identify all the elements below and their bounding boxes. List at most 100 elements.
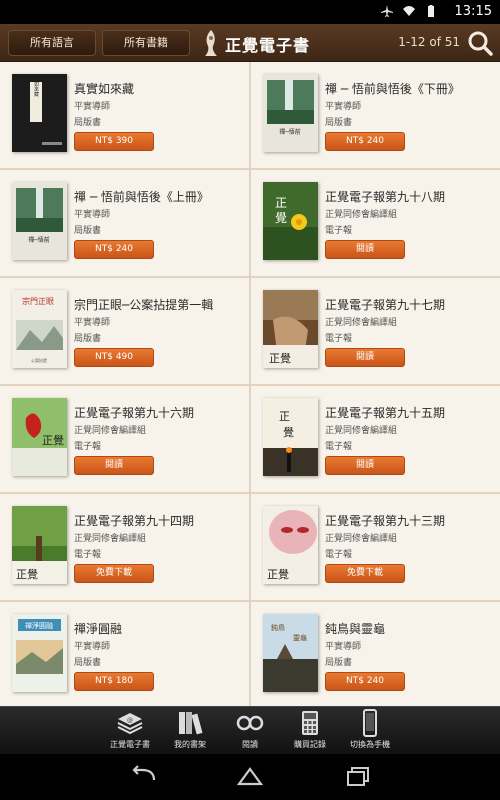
book-author: 平實導師 bbox=[74, 102, 111, 112]
book-item[interactable]: 禪─悟前 禪 ─ 悟前與悟後《上冊》 平實導師 局版書 NT$ 240 bbox=[0, 170, 249, 276]
phone-icon bbox=[363, 709, 377, 737]
book-item[interactable]: 正 覺 正覺電子報第九十八期 正覺同修會編譯組 電子報 閱讀 bbox=[251, 170, 500, 276]
tab-purchase-history[interactable]: 購買記錄 bbox=[279, 709, 341, 753]
book-cover[interactable]: 正覺 bbox=[263, 506, 318, 584]
book-item[interactable]: 禪淨圓融 禪淨圓融 平實導師 局版書 NT$ 180 bbox=[0, 602, 249, 706]
book-cover[interactable]: 正覺 bbox=[12, 398, 67, 476]
buy-button[interactable]: NT$ 240 bbox=[325, 672, 405, 691]
buy-button[interactable]: NT$ 240 bbox=[325, 132, 405, 151]
category-filter-button[interactable]: 所有書籍 bbox=[102, 30, 190, 56]
book-item[interactable]: 正 覺 正覺電子報第九十五期 正覺同修會編譯組 電子報 閱讀 bbox=[251, 386, 500, 492]
book-item[interactable]: 如來藏 真實如來藏 平實導師 局版書 NT$ 390 bbox=[0, 62, 249, 168]
book-author: 正覺同修會編譯組 bbox=[74, 534, 147, 544]
book-title: 正覺電子報第九十三期 bbox=[325, 514, 446, 528]
book-item[interactable]: 正覺 正覺電子報第九十三期 正覺同修會編譯組 電子報 免費下載 bbox=[251, 494, 500, 600]
book-type: 電子報 bbox=[325, 550, 353, 560]
read-button[interactable]: 閱讀 bbox=[325, 348, 405, 367]
app-logo-icon bbox=[205, 30, 217, 56]
tab-label: 閱讀 bbox=[242, 740, 258, 749]
svg-text:正覺: 正覺 bbox=[16, 568, 38, 581]
buy-button[interactable]: NT$ 180 bbox=[74, 672, 154, 691]
book-author: 平實導師 bbox=[74, 318, 111, 328]
tab-bookshelf[interactable]: 我的書架 bbox=[159, 709, 221, 753]
book-item[interactable]: 正覺 正覺電子報第九十四期 正覺同修會編譯組 電子報 免費下載 bbox=[0, 494, 249, 600]
book-title: 宗門正眼─公案拈提第一輯 bbox=[74, 298, 214, 312]
svg-text:正覺: 正覺 bbox=[267, 568, 289, 581]
download-button[interactable]: 免費下載 bbox=[325, 564, 405, 583]
book-type: 電子報 bbox=[325, 226, 353, 236]
page-title: 正覺電子書 bbox=[225, 36, 311, 55]
read-button[interactable]: 閱讀 bbox=[325, 240, 405, 259]
search-icon[interactable] bbox=[466, 29, 494, 57]
book-cover[interactable]: 禪─悟前 bbox=[12, 182, 67, 260]
svg-text:@: @ bbox=[127, 717, 133, 724]
book-author: 平實導師 bbox=[325, 102, 362, 112]
book-title: 鈍鳥與靈龜 bbox=[325, 622, 386, 636]
book-author: 正覺同修會編譯組 bbox=[325, 318, 398, 328]
home-icon[interactable] bbox=[235, 764, 265, 788]
book-cover[interactable]: 禪─悟前 bbox=[263, 74, 318, 152]
book-title: 正覺電子報第九十四期 bbox=[74, 514, 195, 528]
airplane-mode-icon bbox=[381, 5, 393, 17]
row-divider bbox=[0, 276, 500, 278]
book-cover[interactable]: 正 覺 bbox=[263, 182, 318, 260]
back-icon[interactable] bbox=[128, 764, 158, 788]
book-title: 正覺電子報第九十六期 bbox=[74, 406, 195, 420]
svg-text:正覺: 正覺 bbox=[42, 434, 64, 447]
tab-reading[interactable]: 閱讀 bbox=[219, 709, 281, 753]
book-item[interactable]: 正覺 正覺電子報第九十七期 正覺同修會編譯組 電子報 閱讀 bbox=[251, 278, 500, 384]
book-author: 平實導師 bbox=[74, 642, 111, 652]
bookshelf-icon bbox=[179, 712, 203, 735]
buy-button[interactable]: NT$ 240 bbox=[74, 240, 154, 259]
battery-icon bbox=[428, 5, 434, 17]
book-item[interactable]: 鈍鳥 靈龜 鈍鳥與靈龜 平實導師 局版書 NT$ 240 bbox=[251, 602, 500, 706]
book-author: 平實導師 bbox=[325, 642, 362, 652]
book-type: 局版書 bbox=[74, 658, 102, 668]
book-cover[interactable]: 禪淨圓融 bbox=[12, 614, 67, 692]
book-author: 正覺同修會編譯組 bbox=[325, 534, 398, 544]
buy-button[interactable]: NT$ 490 bbox=[74, 348, 154, 367]
book-type: 電子報 bbox=[74, 550, 102, 560]
tab-label: 購買記錄 bbox=[294, 740, 326, 749]
book-item[interactable]: 禪─悟前 禪 ─ 悟前與悟後《下冊》 平實導師 局版書 NT$ 240 bbox=[251, 62, 500, 168]
book-author: 正覺同修會編譯組 bbox=[74, 426, 147, 436]
book-cover[interactable]: 正覺 bbox=[263, 290, 318, 368]
svg-text:如來藏: 如來藏 bbox=[33, 81, 39, 98]
row-divider bbox=[0, 492, 500, 494]
read-button[interactable]: 閱讀 bbox=[74, 456, 154, 475]
buy-button[interactable]: NT$ 390 bbox=[74, 132, 154, 151]
tab-switch-to-phone[interactable]: 切換為手機 bbox=[339, 709, 401, 753]
book-item[interactable]: 正覺 正覺電子報第九十六期 正覺同修會編譯組 電子報 閱讀 bbox=[0, 386, 249, 492]
svg-text:宗門正眼: 宗門正眼 bbox=[22, 296, 54, 306]
book-cover[interactable]: 正覺 bbox=[12, 506, 67, 584]
svg-text:靈龜: 靈龜 bbox=[293, 633, 307, 642]
tab-ebooks[interactable]: @ 正覺電子書 bbox=[99, 709, 161, 753]
svg-text:鈍鳥: 鈍鳥 bbox=[271, 623, 285, 632]
book-title: 禪淨圓融 bbox=[74, 622, 123, 636]
book-cover[interactable]: 如來藏 bbox=[12, 74, 67, 152]
book-title: 真實如來藏 bbox=[74, 82, 135, 96]
book-list: 如來藏 真實如來藏 平實導師 局版書 NT$ 390 禪─悟前 禪 ─ 悟前與悟… bbox=[0, 62, 500, 706]
book-cover[interactable]: 鈍鳥 靈龜 bbox=[263, 614, 318, 692]
book-type: 電子報 bbox=[74, 442, 102, 452]
language-filter-button[interactable]: 所有語言 bbox=[8, 30, 96, 56]
book-type: 局版書 bbox=[74, 334, 102, 344]
read-button[interactable]: 閱讀 bbox=[325, 456, 405, 475]
book-cover[interactable]: 正 覺 bbox=[263, 398, 318, 476]
bottom-tab-bar: @ 正覺電子書 我的書架 閱讀 購買記錄 切換為手機 bbox=[0, 706, 500, 754]
book-type: 局版書 bbox=[74, 226, 102, 236]
svg-text:公案拈提: 公案拈提 bbox=[31, 357, 47, 363]
download-button[interactable]: 免費下載 bbox=[74, 564, 154, 583]
book-item[interactable]: 宗門正眼 公案拈提 宗門正眼─公案拈提第一輯 平實導師 局版書 NT$ 490 bbox=[0, 278, 249, 384]
book-title: 禪 ─ 悟前與悟後《下冊》 bbox=[325, 82, 460, 96]
book-author: 平實導師 bbox=[74, 210, 111, 220]
svg-text:覺: 覺 bbox=[283, 426, 294, 439]
pagination-count: 1-12 of 51 bbox=[398, 35, 460, 49]
svg-text:禪─悟前: 禪─悟前 bbox=[28, 236, 50, 244]
tab-label: 正覺電子書 bbox=[110, 740, 150, 749]
app-header: 所有語言 所有書籍 正覺電子書 1-12 of 51 bbox=[0, 24, 500, 62]
recent-apps-icon[interactable] bbox=[342, 764, 372, 788]
svg-text:禪淨圓融: 禪淨圓融 bbox=[25, 621, 53, 630]
book-cover[interactable]: 宗門正眼 公案拈提 bbox=[12, 290, 67, 368]
calculator-icon bbox=[302, 711, 318, 735]
